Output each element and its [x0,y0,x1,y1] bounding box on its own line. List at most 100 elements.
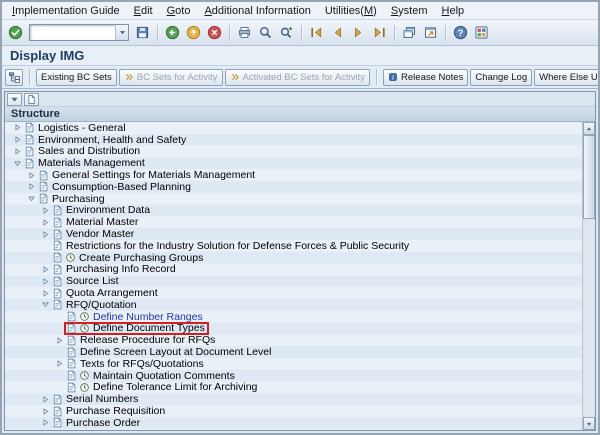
menu-additional-information[interactable]: Additional Information [197,4,317,18]
tree-row-environment-data[interactable]: Environment Data [5,205,582,217]
collapse-arrow-icon[interactable] [11,158,23,169]
menu-implementation-guide[interactable]: Implementation Guide [5,4,127,18]
expand-arrow-icon[interactable] [53,335,65,346]
tree-row-rfq-quotation[interactable]: RFQ/Quotation [5,299,582,311]
where-else-used-button[interactable]: Where Else Used [534,69,600,86]
expand-arrow-icon[interactable] [11,146,23,157]
tree-row-logistics-general[interactable]: Logistics - General [5,122,582,134]
expand-arrow-icon[interactable] [39,276,51,287]
img-node-icon [52,299,63,310]
expand-arrow-icon[interactable] [11,134,23,145]
selection-mode-icon[interactable] [7,93,22,106]
toolbar-separator [301,25,302,41]
expand-arrow-icon[interactable] [25,170,37,181]
print-icon[interactable] [234,22,255,43]
node-content: Purchasing [37,193,108,205]
change-log-button[interactable]: Change Log [470,69,532,86]
exit-icon[interactable] [183,22,204,43]
tree-row-define-document-types[interactable]: Define Document Types [5,323,582,335]
tree-row-restrictions-for-the-industry-solution-for-defense-forces-public-security[interactable]: Restrictions for the Industry Solution f… [5,240,582,252]
expand-arrow-icon[interactable] [11,122,23,133]
scroll-down-icon[interactable] [583,417,595,430]
button-label: Activated BC Sets for Activity [243,72,366,83]
collapse-arrow-icon[interactable] [25,193,37,204]
back-icon[interactable] [162,22,183,43]
tree-row-define-number-ranges[interactable]: Define Number Ranges [5,311,582,323]
expand-arrow-icon[interactable] [39,229,51,240]
menu-help[interactable]: Help [435,4,472,18]
save-icon[interactable] [132,22,153,43]
last-page-icon[interactable] [369,22,390,43]
img-node-icon [38,181,49,192]
node-page-icon[interactable] [24,93,39,106]
tree-row-materials-management[interactable]: Materials Management [5,157,582,169]
tree-row-vendor-master[interactable]: Vendor Master [5,228,582,240]
tree-row-serial-numbers[interactable]: Serial Numbers [5,393,582,405]
existing-bc-sets-button[interactable]: Existing BC Sets [36,69,117,86]
scroll-up-icon[interactable] [583,122,595,135]
expand-arrow-icon[interactable] [39,394,51,405]
help-icon[interactable]: ? [450,22,471,43]
customize-layout-icon[interactable] [471,22,492,43]
new-session-icon[interactable] [399,22,420,43]
node-content: Create Purchasing Groups [51,252,206,264]
tree-row-material-master[interactable]: Material Master [5,216,582,228]
vertical-scrollbar[interactable] [582,122,595,430]
cancel-icon[interactable] [204,22,225,43]
command-input[interactable] [30,25,115,40]
tree-row-purchase-requisition[interactable]: Purchase Requisition [5,405,582,417]
menu-system[interactable]: System [384,4,435,18]
double-chevron-icon [124,72,134,82]
collapse-arrow-icon[interactable] [39,299,51,310]
create-shortcut-icon[interactable] [420,22,441,43]
tree-row-purchasing-info-record[interactable]: Purchasing Info Record [5,264,582,276]
expand-arrow-icon[interactable] [39,288,51,299]
command-dropdown-icon[interactable] [115,25,128,40]
previous-page-icon[interactable] [327,22,348,43]
node-label: Define Screen Layout at Document Level [79,346,271,358]
node-label: Texts for RFQs/Quotations [79,358,204,370]
tree-row-maintain-quotation-comments[interactable]: Maintain Quotation Comments [5,370,582,382]
node-label: Create Purchasing Groups [78,252,203,264]
tree-row-define-tolerance-limit-for-archiving[interactable]: Define Tolerance Limit for Archiving [5,382,582,394]
img-node-icon [52,217,63,228]
img-node-icon [66,335,77,346]
expand-arrow-icon[interactable] [39,264,51,275]
tree-row-consumption-based-planning[interactable]: Consumption-Based Planning [5,181,582,193]
tree-row-general-settings-for-materials-management[interactable]: General Settings for Materials Managemen… [5,169,582,181]
tree-row-source-list[interactable]: Source List [5,275,582,287]
standard-toolbar: ? [2,20,598,46]
activated-bc-sets-for-activity-button[interactable]: Activated BC Sets for Activity [225,69,371,86]
tree-row-define-screen-layout-at-document-level[interactable]: Define Screen Layout at Document Level [5,346,582,358]
svg-text:?: ? [458,28,464,38]
tree-row-create-purchasing-groups[interactable]: Create Purchasing Groups [5,252,582,264]
menu-utilities-m[interactable]: Utilities(M) [318,4,384,18]
expand-arrow-icon[interactable] [39,417,51,428]
tree-row-environment-health-and-safety[interactable]: Environment, Health and Safety [5,134,582,146]
menu-goto[interactable]: Goto [160,4,198,18]
tree-row-release-procedure-for-rfqs[interactable]: Release Procedure for RFQs [5,334,582,346]
img-node-icon [24,158,35,169]
expand-arrow-icon[interactable] [53,358,65,369]
find-icon[interactable] [255,22,276,43]
release-notes-button[interactable]: iRelease Notes [383,69,468,86]
tree-row-texts-for-rfqs-quotations[interactable]: Texts for RFQs/Quotations [5,358,582,370]
bc-sets-for-activity-button[interactable]: BC Sets for Activity [119,69,223,86]
expand-arrow-icon[interactable] [39,217,51,228]
expand-arrow-icon[interactable] [39,205,51,216]
next-page-icon[interactable] [348,22,369,43]
find-next-icon[interactable] [276,22,297,43]
tree-row-quota-arrangement[interactable]: Quota Arrangement [5,287,582,299]
tree-row-purchase-order[interactable]: Purchase Order [5,417,582,429]
node-label: Environment Data [65,204,150,216]
img-structure-icon[interactable] [5,69,23,86]
button-label: Change Log [475,72,527,83]
expand-arrow-icon[interactable] [25,181,37,192]
tree-row-sales-and-distribution[interactable]: Sales and Distribution [5,146,582,158]
first-page-icon[interactable] [306,22,327,43]
enter-icon[interactable] [5,22,26,43]
scrollbar-thumb[interactable] [583,135,595,219]
tree-row-purchasing[interactable]: Purchasing [5,193,582,205]
menu-edit[interactable]: Edit [127,4,160,18]
expand-arrow-icon[interactable] [39,406,51,417]
